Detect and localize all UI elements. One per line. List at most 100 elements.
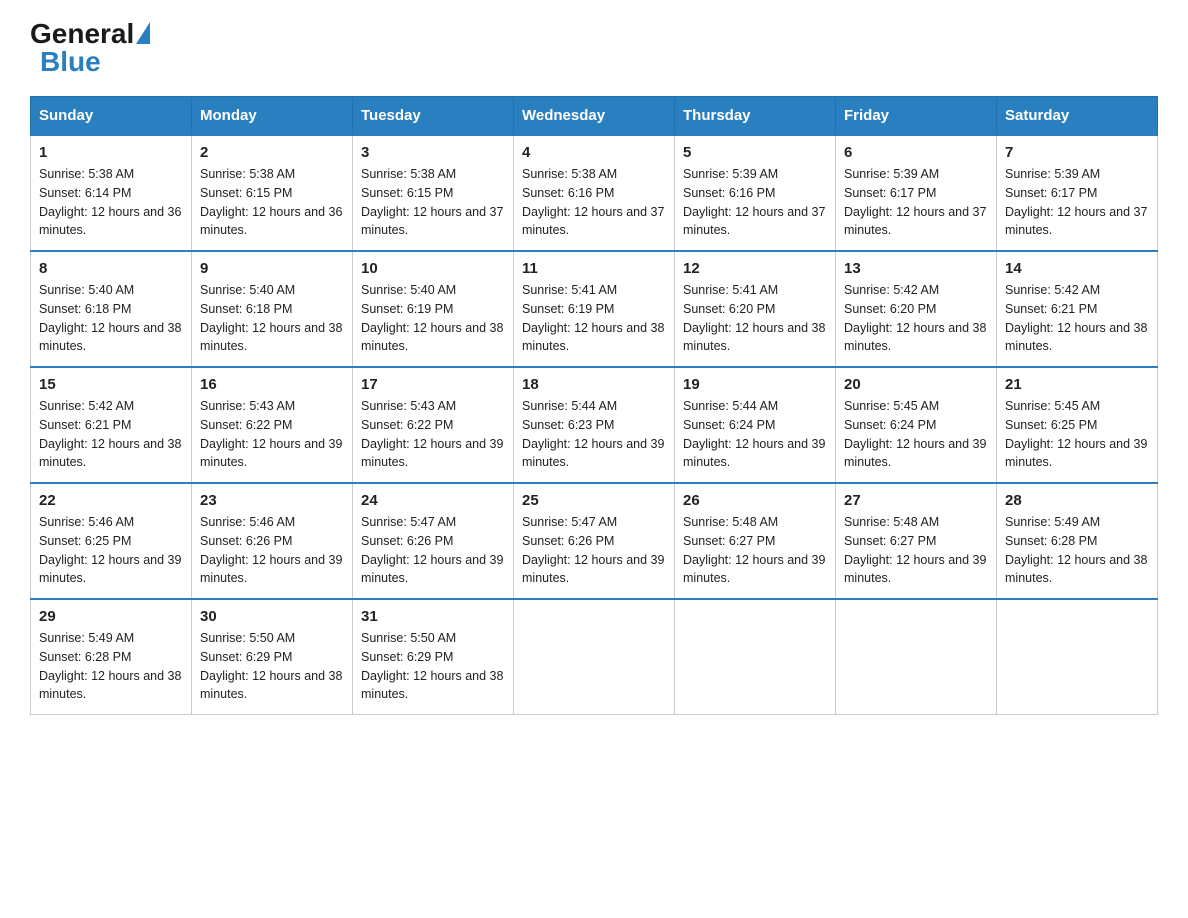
day-info: Sunrise: 5:39 AM Sunset: 6:16 PM Dayligh… (683, 165, 827, 240)
calendar-cell: 19 Sunrise: 5:44 AM Sunset: 6:24 PM Dayl… (675, 367, 836, 483)
day-number: 18 (522, 376, 666, 393)
calendar-cell: 8 Sunrise: 5:40 AM Sunset: 6:18 PM Dayli… (31, 251, 192, 367)
day-info: Sunrise: 5:45 AM Sunset: 6:25 PM Dayligh… (1005, 397, 1149, 472)
day-info: Sunrise: 5:40 AM Sunset: 6:18 PM Dayligh… (200, 281, 344, 356)
day-info: Sunrise: 5:38 AM Sunset: 6:15 PM Dayligh… (200, 165, 344, 240)
calendar-cell (836, 599, 997, 715)
day-info: Sunrise: 5:50 AM Sunset: 6:29 PM Dayligh… (361, 629, 505, 704)
day-number: 26 (683, 492, 827, 509)
calendar-cell: 13 Sunrise: 5:42 AM Sunset: 6:20 PM Dayl… (836, 251, 997, 367)
day-number: 22 (39, 492, 183, 509)
calendar-cell: 4 Sunrise: 5:38 AM Sunset: 6:16 PM Dayli… (514, 135, 675, 251)
day-number: 21 (1005, 376, 1149, 393)
calendar-cell: 31 Sunrise: 5:50 AM Sunset: 6:29 PM Dayl… (353, 599, 514, 715)
day-number: 25 (522, 492, 666, 509)
page-header: General Blue (30, 20, 1158, 76)
day-number: 9 (200, 260, 344, 277)
day-info: Sunrise: 5:44 AM Sunset: 6:24 PM Dayligh… (683, 397, 827, 472)
day-number: 27 (844, 492, 988, 509)
day-number: 5 (683, 144, 827, 161)
calendar-cell: 18 Sunrise: 5:44 AM Sunset: 6:23 PM Dayl… (514, 367, 675, 483)
day-info: Sunrise: 5:48 AM Sunset: 6:27 PM Dayligh… (844, 513, 988, 588)
calendar-cell: 21 Sunrise: 5:45 AM Sunset: 6:25 PM Dayl… (997, 367, 1158, 483)
day-info: Sunrise: 5:45 AM Sunset: 6:24 PM Dayligh… (844, 397, 988, 472)
calendar-cell: 2 Sunrise: 5:38 AM Sunset: 6:15 PM Dayli… (192, 135, 353, 251)
column-header-friday: Friday (836, 97, 997, 136)
day-info: Sunrise: 5:46 AM Sunset: 6:25 PM Dayligh… (39, 513, 183, 588)
day-info: Sunrise: 5:42 AM Sunset: 6:21 PM Dayligh… (39, 397, 183, 472)
day-info: Sunrise: 5:49 AM Sunset: 6:28 PM Dayligh… (1005, 513, 1149, 588)
calendar-week-1: 1 Sunrise: 5:38 AM Sunset: 6:14 PM Dayli… (31, 135, 1158, 251)
calendar-cell: 7 Sunrise: 5:39 AM Sunset: 6:17 PM Dayli… (997, 135, 1158, 251)
calendar-week-3: 15 Sunrise: 5:42 AM Sunset: 6:21 PM Dayl… (31, 367, 1158, 483)
day-info: Sunrise: 5:50 AM Sunset: 6:29 PM Dayligh… (200, 629, 344, 704)
day-info: Sunrise: 5:40 AM Sunset: 6:19 PM Dayligh… (361, 281, 505, 356)
calendar-cell: 3 Sunrise: 5:38 AM Sunset: 6:15 PM Dayli… (353, 135, 514, 251)
day-info: Sunrise: 5:43 AM Sunset: 6:22 PM Dayligh… (361, 397, 505, 472)
calendar-cell: 20 Sunrise: 5:45 AM Sunset: 6:24 PM Dayl… (836, 367, 997, 483)
day-info: Sunrise: 5:41 AM Sunset: 6:19 PM Dayligh… (522, 281, 666, 356)
calendar-cell: 10 Sunrise: 5:40 AM Sunset: 6:19 PM Dayl… (353, 251, 514, 367)
day-info: Sunrise: 5:38 AM Sunset: 6:14 PM Dayligh… (39, 165, 183, 240)
calendar-cell: 11 Sunrise: 5:41 AM Sunset: 6:19 PM Dayl… (514, 251, 675, 367)
calendar-cell: 26 Sunrise: 5:48 AM Sunset: 6:27 PM Dayl… (675, 483, 836, 599)
day-number: 14 (1005, 260, 1149, 277)
day-info: Sunrise: 5:49 AM Sunset: 6:28 PM Dayligh… (39, 629, 183, 704)
logo-general-text: General (30, 20, 134, 48)
day-info: Sunrise: 5:42 AM Sunset: 6:20 PM Dayligh… (844, 281, 988, 356)
day-info: Sunrise: 5:46 AM Sunset: 6:26 PM Dayligh… (200, 513, 344, 588)
day-info: Sunrise: 5:39 AM Sunset: 6:17 PM Dayligh… (844, 165, 988, 240)
calendar-cell: 9 Sunrise: 5:40 AM Sunset: 6:18 PM Dayli… (192, 251, 353, 367)
day-info: Sunrise: 5:42 AM Sunset: 6:21 PM Dayligh… (1005, 281, 1149, 356)
day-number: 23 (200, 492, 344, 509)
day-number: 30 (200, 608, 344, 625)
day-number: 20 (844, 376, 988, 393)
calendar-week-2: 8 Sunrise: 5:40 AM Sunset: 6:18 PM Dayli… (31, 251, 1158, 367)
day-info: Sunrise: 5:47 AM Sunset: 6:26 PM Dayligh… (361, 513, 505, 588)
day-number: 11 (522, 260, 666, 277)
calendar-body: 1 Sunrise: 5:38 AM Sunset: 6:14 PM Dayli… (31, 135, 1158, 715)
day-number: 19 (683, 376, 827, 393)
day-info: Sunrise: 5:40 AM Sunset: 6:18 PM Dayligh… (39, 281, 183, 356)
day-info: Sunrise: 5:38 AM Sunset: 6:16 PM Dayligh… (522, 165, 666, 240)
calendar-cell: 30 Sunrise: 5:50 AM Sunset: 6:29 PM Dayl… (192, 599, 353, 715)
calendar-cell: 1 Sunrise: 5:38 AM Sunset: 6:14 PM Dayli… (31, 135, 192, 251)
calendar-table: SundayMondayTuesdayWednesdayThursdayFrid… (30, 96, 1158, 715)
column-header-monday: Monday (192, 97, 353, 136)
calendar-cell: 25 Sunrise: 5:47 AM Sunset: 6:26 PM Dayl… (514, 483, 675, 599)
day-number: 2 (200, 144, 344, 161)
column-header-tuesday: Tuesday (353, 97, 514, 136)
day-info: Sunrise: 5:47 AM Sunset: 6:26 PM Dayligh… (522, 513, 666, 588)
logo: General Blue (30, 20, 150, 76)
column-header-wednesday: Wednesday (514, 97, 675, 136)
calendar-cell: 6 Sunrise: 5:39 AM Sunset: 6:17 PM Dayli… (836, 135, 997, 251)
calendar-cell: 27 Sunrise: 5:48 AM Sunset: 6:27 PM Dayl… (836, 483, 997, 599)
day-number: 16 (200, 376, 344, 393)
day-number: 10 (361, 260, 505, 277)
calendar-cell: 24 Sunrise: 5:47 AM Sunset: 6:26 PM Dayl… (353, 483, 514, 599)
calendar-cell: 14 Sunrise: 5:42 AM Sunset: 6:21 PM Dayl… (997, 251, 1158, 367)
day-number: 4 (522, 144, 666, 161)
day-info: Sunrise: 5:48 AM Sunset: 6:27 PM Dayligh… (683, 513, 827, 588)
calendar-cell (675, 599, 836, 715)
logo-blue-text: Blue (40, 48, 101, 76)
calendar-cell: 12 Sunrise: 5:41 AM Sunset: 6:20 PM Dayl… (675, 251, 836, 367)
day-number: 12 (683, 260, 827, 277)
day-info: Sunrise: 5:38 AM Sunset: 6:15 PM Dayligh… (361, 165, 505, 240)
day-number: 3 (361, 144, 505, 161)
calendar-cell: 28 Sunrise: 5:49 AM Sunset: 6:28 PM Dayl… (997, 483, 1158, 599)
day-number: 7 (1005, 144, 1149, 161)
day-number: 17 (361, 376, 505, 393)
day-info: Sunrise: 5:41 AM Sunset: 6:20 PM Dayligh… (683, 281, 827, 356)
header-row: SundayMondayTuesdayWednesdayThursdayFrid… (31, 97, 1158, 136)
calendar-cell (997, 599, 1158, 715)
day-info: Sunrise: 5:44 AM Sunset: 6:23 PM Dayligh… (522, 397, 666, 472)
calendar-header: SundayMondayTuesdayWednesdayThursdayFrid… (31, 97, 1158, 136)
calendar-cell: 16 Sunrise: 5:43 AM Sunset: 6:22 PM Dayl… (192, 367, 353, 483)
day-number: 8 (39, 260, 183, 277)
day-number: 1 (39, 144, 183, 161)
calendar-week-5: 29 Sunrise: 5:49 AM Sunset: 6:28 PM Dayl… (31, 599, 1158, 715)
column-header-saturday: Saturday (997, 97, 1158, 136)
day-info: Sunrise: 5:39 AM Sunset: 6:17 PM Dayligh… (1005, 165, 1149, 240)
day-number: 6 (844, 144, 988, 161)
